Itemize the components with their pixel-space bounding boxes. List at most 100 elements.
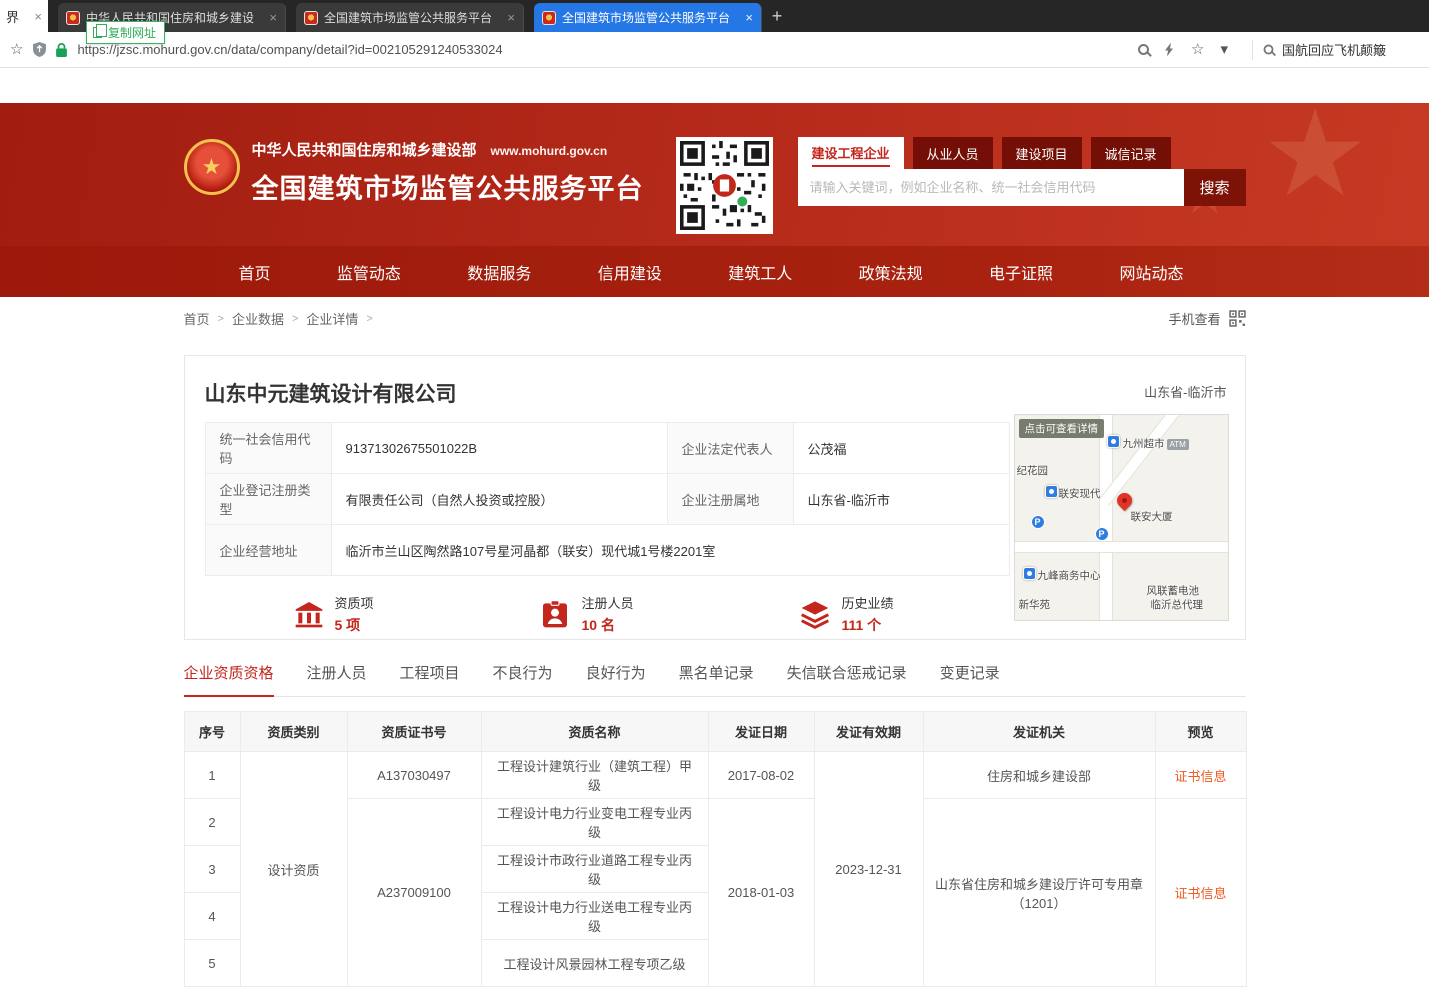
header-search-block: 建设工程企业 从业人员 建设项目 诚信记录 搜索 (798, 137, 1246, 206)
tab-registered-personnel[interactable]: 注册人员 (307, 662, 367, 695)
credit-code-value: 91371302675501022B (331, 423, 667, 474)
nav-item-supervision[interactable]: 监管动态 (337, 260, 401, 284)
close-icon[interactable]: × (269, 10, 277, 25)
nav-item-site-news[interactable]: 网站动态 (1119, 260, 1183, 284)
close-icon[interactable]: × (507, 10, 515, 25)
cell-seq: 1 (184, 752, 240, 799)
map-label: 九州超市 (1123, 436, 1165, 451)
col-authority: 发证机关 (923, 712, 1155, 752)
site-header: ★ ★ ★ 中华人民共和国住房和城乡建设部 www.mohurd.gov.cn … (0, 103, 1429, 246)
browser-tab-2[interactable]: 全国建筑市场监管公共服务平台 × (296, 3, 524, 32)
map-road (1015, 541, 1228, 553)
table-row: 统一社会信用代码 91371302675501022B 企业法定代表人 公茂福 (205, 423, 1009, 474)
close-icon[interactable]: × (34, 9, 42, 24)
col-name: 资质名称 (481, 712, 708, 752)
search-tab-project[interactable]: 建设项目 (1002, 137, 1082, 169)
browser-hot-search[interactable]: 国航回应飞机颠簸 (1263, 40, 1419, 59)
cell-seq: 2 (184, 799, 240, 846)
site-title: 全国建筑市场监管公共服务平台 (252, 167, 644, 206)
breadcrumb-home[interactable]: 首页 (184, 309, 210, 328)
certificate-info-link[interactable]: 证书信息 (1174, 769, 1226, 784)
tab-dishonesty-records[interactable]: 失信联合惩戒记录 (787, 662, 907, 695)
map-label: 风联蓄电池 (1147, 583, 1200, 598)
stat-registered-personnel[interactable]: 注册人员 10 名 (539, 593, 633, 635)
hot-search-text: 国航回应飞机颠簸 (1282, 40, 1386, 59)
nav-item-credit[interactable]: 信用建设 (598, 260, 662, 284)
tab-projects[interactable]: 工程项目 (400, 662, 460, 695)
cell-validity: 2023-12-31 (814, 752, 923, 987)
nav-item-data-service[interactable]: 数据服务 (467, 260, 531, 284)
nav-item-policy[interactable]: 政策法规 (859, 260, 923, 284)
company-detail-card: 山东中元建筑设计有限公司 山东省-临沂市 统一社会信用代码 9137130267… (184, 355, 1246, 640)
plus-icon: + (772, 6, 783, 27)
address-value: 临沂市兰山区陶然路107号星河晶都（联安）现代城1号楼2201室 (331, 525, 1009, 576)
url-text[interactable]: https://jzsc.mohurd.gov.cn/data/company/… (77, 42, 502, 57)
table-row: 企业经营地址 临沂市兰山区陶然路107号星河晶都（联安）现代城1号楼2201室 (205, 525, 1009, 576)
col-category: 资质类别 (240, 712, 347, 752)
decorative-star-icon: ★ (1261, 103, 1369, 224)
keyword-search-input[interactable] (798, 169, 1184, 206)
nav-item-e-license[interactable]: 电子证照 (989, 260, 1053, 284)
cell-issue-date: 2017-08-02 (708, 752, 814, 799)
search-tab-enterprise[interactable]: 建设工程企业 (798, 137, 904, 169)
site-favicon-icon (66, 11, 80, 25)
table-row: 1 设计资质 A137030497 工程设计建筑行业（建筑工程）甲级 2017-… (184, 752, 1246, 799)
tab-good-behavior[interactable]: 良好行为 (586, 662, 646, 695)
nav-item-workers[interactable]: 建筑工人 (728, 260, 792, 284)
shield-icon[interactable] (33, 42, 46, 57)
site-logo[interactable]: ★ 中华人民共和国住房和城乡建设部 www.mohurd.gov.cn 全国建筑… (184, 139, 644, 206)
reg-place-label: 企业注册属地 (667, 474, 793, 525)
company-region: 山东省-临沂市 (1144, 382, 1226, 401)
breadcrumb-company-detail[interactable]: 企业详情 (306, 309, 358, 328)
tab-bad-behavior[interactable]: 不良行为 (493, 662, 553, 695)
chevron-down-icon[interactable]: ▾ (1220, 42, 1228, 57)
site-favicon-icon (542, 11, 556, 25)
cell-issue-date: 2018-01-03 (708, 799, 814, 987)
stat-historical-performance[interactable]: 历史业绩 111 个 (799, 593, 893, 635)
tab-blacklist[interactable]: 黑名单记录 (679, 662, 754, 695)
map-poi-icon (1023, 567, 1036, 580)
copy-url-tooltip[interactable]: 复制网址 (86, 21, 165, 44)
close-icon[interactable]: × (745, 10, 753, 25)
map-label: ATM (1167, 439, 1189, 450)
stat-qualifications[interactable]: 资质项 5 项 (293, 593, 374, 635)
search-tab-credit[interactable]: 诚信记录 (1091, 137, 1171, 169)
credit-code-label: 统一社会信用代码 (205, 423, 331, 474)
cell-cert-no: A237009100 (347, 799, 481, 987)
reg-type-label: 企业登记注册类型 (205, 474, 331, 525)
cell-name: 工程设计电力行业变电工程专业丙级 (481, 799, 708, 846)
nav-item-home[interactable]: 首页 (239, 260, 271, 284)
tab-qualifications[interactable]: 企业资质资格 (184, 662, 274, 697)
ministry-name: 中华人民共和国住房和城乡建设部 (252, 139, 477, 160)
breadcrumb-company-data[interactable]: 企业数据 (232, 309, 284, 328)
mobile-view-control[interactable]: 手机查看 (1168, 309, 1245, 328)
certificate-info-link[interactable]: 证书信息 (1174, 886, 1226, 901)
map-label: 联安现代 (1059, 486, 1101, 501)
site-favicon-icon (304, 11, 318, 25)
lightning-icon[interactable] (1165, 42, 1175, 57)
id-badge-icon (539, 598, 571, 630)
stat-value: 10 名 (581, 615, 633, 635)
browser-tab-active[interactable]: 全国建筑市场监管公共服务平台 × (534, 3, 762, 32)
col-validity: 发证有效期 (814, 712, 923, 752)
company-stats: 资质项 5 项 注册人员 10 名 (205, 593, 1009, 635)
browser-tab-bar: 界 × 中华人民共和国住房和城乡建设 × 全国建筑市场监管公共服务平台 × 全国… (0, 0, 1429, 32)
col-issue-date: 发证日期 (708, 712, 814, 752)
map-label: 联安大厦 (1131, 509, 1173, 524)
breadcrumb-separator: > (366, 313, 372, 325)
search-button[interactable]: 搜索 (1184, 169, 1246, 206)
col-cert-no: 资质证书号 (347, 712, 481, 752)
address-bar-actions: ☆ ▾ (1138, 42, 1242, 57)
zoom-icon[interactable] (1138, 44, 1149, 55)
search-tab-personnel[interactable]: 从业人员 (913, 137, 993, 169)
browser-tab-partial[interactable]: 界 × (0, 0, 48, 32)
new-tab-button[interactable]: + (762, 0, 792, 32)
tab-change-records[interactable]: 变更记录 (940, 662, 1000, 695)
copy-icon (93, 27, 102, 38)
lock-icon (56, 43, 67, 57)
favorite-star-icon[interactable]: ☆ (1191, 42, 1204, 57)
legal-rep-label: 企业法定代表人 (667, 423, 793, 474)
location-map[interactable]: 点击可查看详情 九州超市 ATM 纪花园 联安现代 联安大厦 九峰商务中心 新华… (1014, 414, 1229, 621)
page-top-gap (0, 68, 1429, 103)
bookmark-star-icon[interactable]: ☆ (10, 42, 23, 57)
